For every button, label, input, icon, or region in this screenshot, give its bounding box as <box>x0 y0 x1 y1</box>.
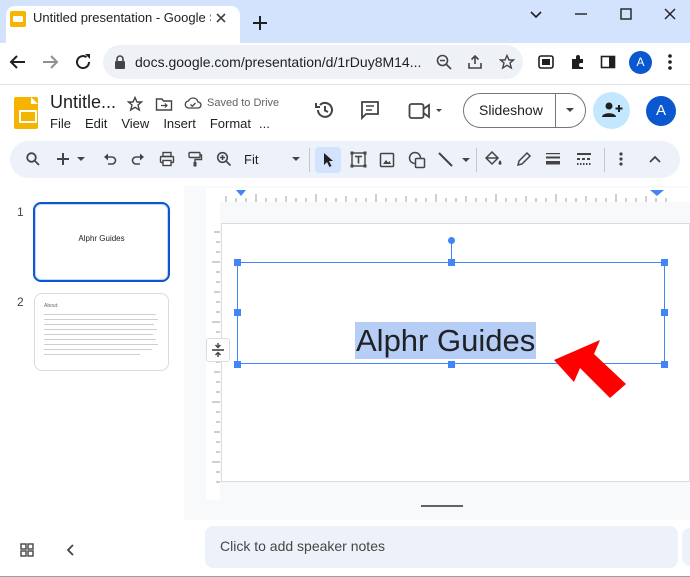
close-tab-icon[interactable] <box>214 11 228 25</box>
horizontal-ruler[interactable] <box>206 188 690 202</box>
grid-view-icon[interactable] <box>20 543 34 557</box>
maximize-icon[interactable] <box>618 6 634 22</box>
zoom-dropdown-icon[interactable] <box>291 155 301 163</box>
print-icon[interactable] <box>159 151 175 167</box>
new-tab-icon[interactable] <box>251 14 269 32</box>
resize-handle-bottom[interactable] <box>448 361 455 368</box>
slide-number: 2 <box>17 295 24 309</box>
slideshow-label[interactable]: Slideshow <box>479 102 543 118</box>
thumbnail-2-body-line <box>44 329 157 330</box>
line-tool-icon[interactable] <box>437 151 471 169</box>
menu-file[interactable]: File <box>50 116 71 131</box>
bookmark-star-icon[interactable] <box>499 54 515 70</box>
thumbnail-2-body-line <box>44 349 152 350</box>
slide-number: 1 <box>17 205 24 219</box>
border-weight-icon[interactable] <box>545 152 561 166</box>
app-window: Untitled presentation - Google Sl docs.g… <box>0 0 690 577</box>
window-close-icon[interactable] <box>662 6 678 22</box>
fill-color-icon[interactable] <box>485 151 503 167</box>
resize-handle-top-left[interactable] <box>234 259 241 266</box>
slideshow-dropdown-icon[interactable] <box>564 105 576 115</box>
collapse-filmstrip-icon[interactable] <box>65 543 75 557</box>
resize-handle-left[interactable] <box>234 309 241 316</box>
extensions-puzzle-icon[interactable] <box>569 53 587 71</box>
red-pointer-arrow-icon <box>552 338 628 400</box>
thumbnail-2-body-line <box>44 324 154 325</box>
thumbnail-2-body-line <box>44 339 156 340</box>
resize-handle-right[interactable] <box>661 309 668 316</box>
notes-edge <box>682 528 690 566</box>
zoom-select[interactable]: Fit <box>244 152 258 167</box>
menu-insert[interactable]: Insert <box>163 116 196 131</box>
version-history-icon[interactable] <box>314 99 336 121</box>
tab-title: Untitled presentation - Google Sl <box>33 10 211 25</box>
thumbnail-2-body-line <box>44 354 140 355</box>
toolbar-separator <box>604 148 605 172</box>
meet-icon[interactable] <box>408 101 444 121</box>
forward-icon[interactable] <box>41 53 59 71</box>
zoom-icon[interactable] <box>216 151 232 167</box>
rotation-handle[interactable] <box>448 237 455 244</box>
thumbnail-2-body-line <box>44 344 158 345</box>
redo-icon[interactable] <box>131 152 145 166</box>
account-avatar[interactable]: A <box>646 96 676 126</box>
thumbnail-1-text: Alphr Guides <box>78 234 125 243</box>
toolbar-separator <box>476 148 477 172</box>
screenshot-extension-icon[interactable] <box>537 53 555 71</box>
menu-format[interactable]: Format <box>210 116 251 131</box>
paint-format-icon[interactable] <box>187 151 203 167</box>
tab-search-icon[interactable] <box>528 6 544 22</box>
document-title[interactable]: Untitle... <box>50 92 116 113</box>
thumbnail-2-body-line <box>44 334 153 335</box>
cloud-saved-icon <box>184 96 202 110</box>
resize-handle-bottom-right[interactable] <box>661 361 668 368</box>
more-options-icon[interactable] <box>618 151 624 167</box>
slideshow-divider <box>555 94 556 127</box>
move-folder-icon[interactable] <box>155 96 173 112</box>
chrome-profile-avatar[interactable]: A <box>629 51 652 74</box>
collapse-toolbar-icon[interactable] <box>648 154 662 164</box>
undo-icon[interactable] <box>103 152 117 166</box>
menu-view[interactable]: View <box>121 116 149 131</box>
resize-handle-top-right[interactable] <box>661 259 668 266</box>
comments-icon[interactable] <box>360 100 380 120</box>
back-icon[interactable] <box>9 53 27 71</box>
resize-handle-top[interactable] <box>448 259 455 266</box>
menu-edit[interactable]: Edit <box>85 116 107 131</box>
insert-image-icon[interactable] <box>379 152 395 168</box>
thumbnail-2-body-line <box>44 314 156 315</box>
share-page-icon[interactable] <box>467 54 483 70</box>
side-panel-icon[interactable] <box>600 54 616 70</box>
thumbnail-2-body-line <box>44 319 158 320</box>
lock-icon[interactable] <box>114 55 126 69</box>
text-box-icon[interactable] <box>350 151 367 168</box>
select-cursor-icon[interactable] <box>322 152 334 168</box>
new-slide-icon[interactable] <box>56 151 90 167</box>
star-icon[interactable] <box>127 96 143 112</box>
slide-title-text[interactable]: Alphr Guides <box>355 322 537 359</box>
saved-status: Saved to Drive <box>207 97 280 109</box>
notes-resize-handle[interactable] <box>421 505 463 507</box>
minimize-icon[interactable] <box>573 6 589 22</box>
shape-icon[interactable] <box>408 151 426 169</box>
menu-more[interactable]: ... <box>259 116 270 131</box>
slides-favicon-icon <box>10 11 26 27</box>
resize-handle-bottom-left[interactable] <box>234 361 241 368</box>
speaker-notes-placeholder[interactable]: Click to add speaker notes <box>220 538 385 554</box>
border-dash-icon[interactable] <box>576 152 592 166</box>
reload-icon[interactable] <box>74 53 92 71</box>
slides-logo-icon[interactable] <box>14 97 38 129</box>
toolbar-separator <box>309 148 310 172</box>
align-middle-icon[interactable] <box>211 342 225 358</box>
add-person-icon[interactable] <box>601 100 623 120</box>
thumbnail-2-title: About: <box>44 303 59 309</box>
search-menus-icon[interactable] <box>26 152 40 166</box>
toolbar-divider <box>0 84 690 85</box>
url-text[interactable]: docs.google.com/presentation/d/1rDuy8M14… <box>135 54 425 70</box>
border-color-icon[interactable] <box>516 151 532 167</box>
chrome-menu-icon[interactable] <box>667 53 673 71</box>
menu-bar: File Edit View Insert Format ... <box>50 116 284 131</box>
zoom-page-icon[interactable] <box>436 54 452 70</box>
